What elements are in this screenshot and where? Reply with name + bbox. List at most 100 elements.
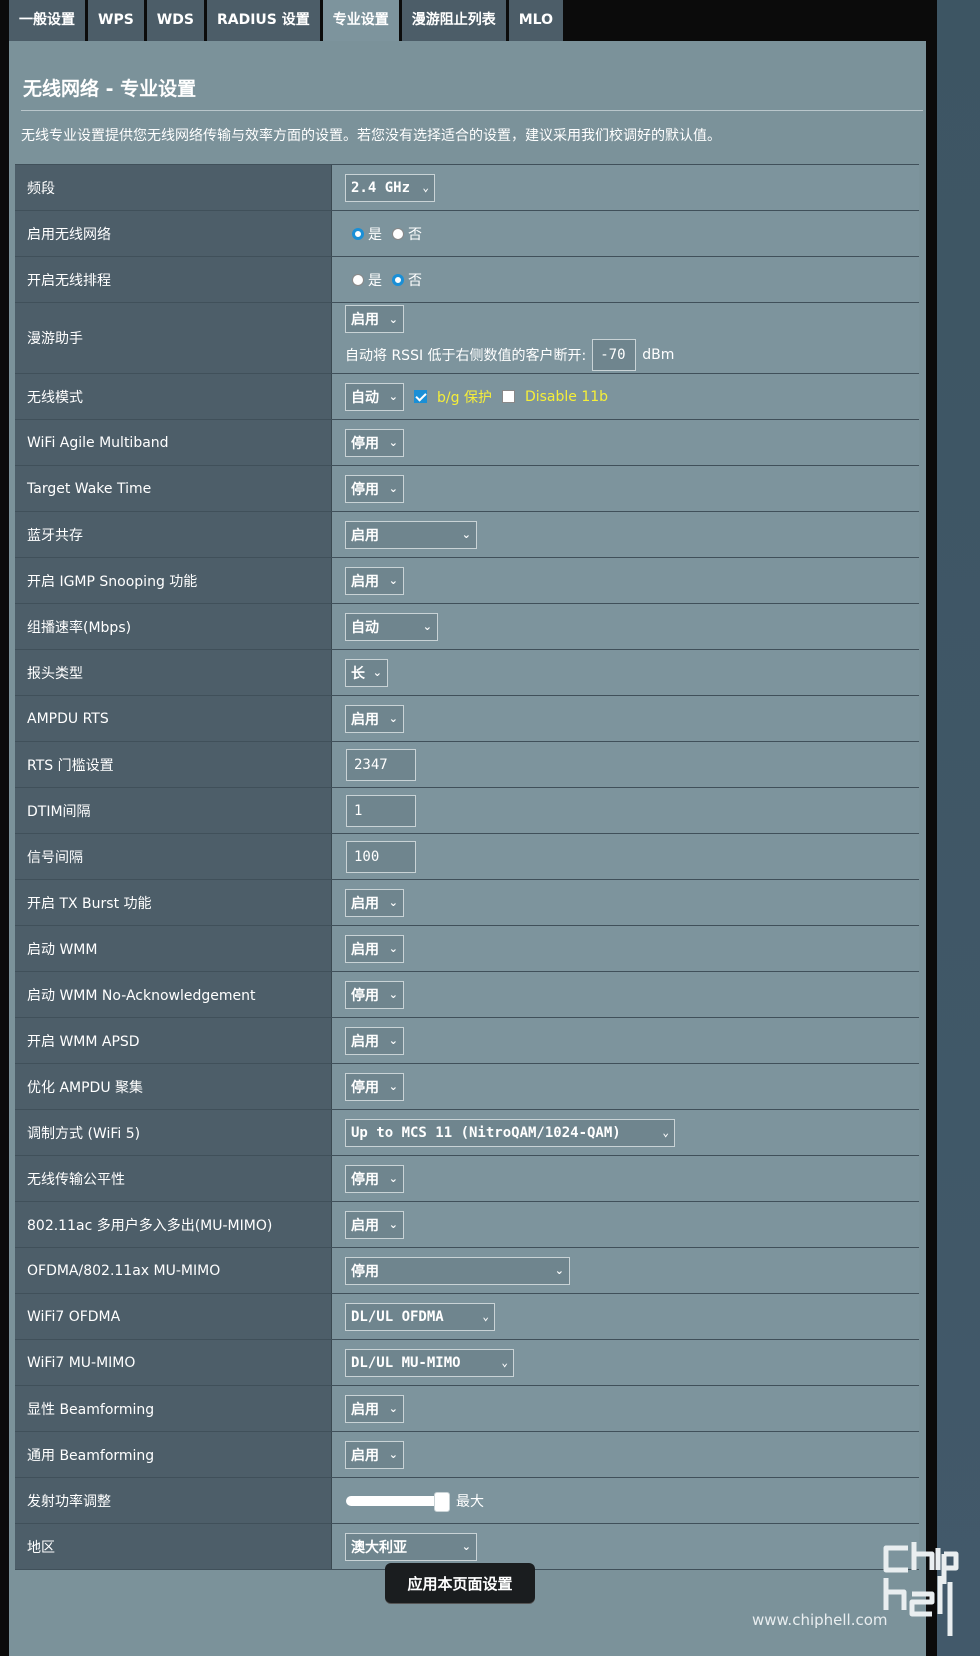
chevron-down-icon: ⌄ [662, 1126, 669, 1139]
row-label: OFDMA/802.11ax MU-MIMO [15, 1248, 332, 1293]
chevron-down-icon: ⌄ [388, 1034, 398, 1047]
region-select[interactable]: 澳大利亚 ⌄ [345, 1532, 477, 1561]
rts-threshold-input[interactable] [346, 748, 416, 781]
row-label: 显性 Beamforming [15, 1386, 332, 1431]
agile-multiband-select[interactable]: 停用 ⌄ [345, 428, 404, 457]
ampdu-rts-select[interactable]: 启用 ⌄ [345, 704, 404, 733]
modulation-select[interactable]: Up to MCS 11 (NitroQAM/1024-QAM) ⌄ [345, 1118, 675, 1147]
row-rts-threshold: RTS 门槛设置 [15, 742, 919, 788]
row-tx-burst: 开启 TX Burst 功能 启用 ⌄ [15, 880, 919, 926]
universal-bf-select[interactable]: 启用 ⌄ [345, 1440, 404, 1469]
row-roaming-assistant: 漫游助手 启用 ⌄ 自动将 RSSI 低于右侧数值的客户断开: dBm [15, 303, 919, 374]
chevron-down-icon: ⌄ [388, 1080, 398, 1093]
row-beacon-interval: 信号间隔 [15, 834, 919, 880]
radio-schedule-no[interactable] [392, 273, 404, 286]
chevron-down-icon: ⌄ [388, 482, 398, 495]
select-value: 停用 [351, 1171, 379, 1188]
chevron-down-icon: ⌄ [554, 1264, 564, 1277]
beacon-input[interactable] [346, 840, 416, 873]
bt-coex-select[interactable]: 启用 ⌄ [345, 520, 477, 549]
select-value: DL/UL OFDMA [351, 1308, 444, 1325]
row-label: 无线传输公平性 [15, 1156, 332, 1201]
tab-professional[interactable]: 专业设置 [322, 0, 399, 41]
tab-wps[interactable]: WPS [88, 0, 144, 41]
radio-enable-wireless-yes[interactable] [352, 227, 364, 240]
disable-11b-checkbox[interactable] [501, 390, 515, 403]
row-universal-beamforming: 通用 Beamforming 启用 ⌄ [15, 1432, 919, 1478]
radio-label: 是 [368, 226, 382, 243]
row-label: 信号间隔 [15, 834, 332, 879]
ampdu-agg-select[interactable]: 停用 ⌄ [345, 1072, 404, 1101]
chevron-down-icon: ⌄ [388, 942, 398, 955]
ofdma-11ax-select[interactable]: 停用 ⌄ [345, 1256, 570, 1285]
wmm-apsd-select[interactable]: 启用 ⌄ [345, 1026, 404, 1055]
chevron-down-icon: ⌄ [388, 1402, 398, 1415]
multicast-rate-select[interactable]: 自动 ⌄ [345, 612, 438, 641]
row-label: WiFi7 MU-MIMO [15, 1340, 332, 1385]
wifi7-ofdma-select[interactable]: DL/UL OFDMA ⌄ [345, 1302, 495, 1331]
row-label: 频段 [15, 165, 332, 210]
radio-enable-wireless-no[interactable] [392, 227, 404, 240]
row-target-wake-time: Target Wake Time 停用 ⌄ [15, 466, 919, 512]
row-wireless-mode: 无线模式 自动 ⌄ b/g 保护 Disable 11b [15, 374, 919, 420]
explicit-bf-select[interactable]: 启用 ⌄ [345, 1394, 404, 1423]
band-select[interactable]: 2.4 GHz ⌄ [345, 173, 435, 202]
mu-mimo-11ac-select[interactable]: 启用 ⌄ [345, 1210, 404, 1239]
wifi7-mumimo-select[interactable]: DL/UL MU-MIMO ⌄ [345, 1348, 514, 1377]
chevron-down-icon: ⌄ [461, 1540, 471, 1553]
tab-radius[interactable]: RADIUS 设置 [206, 0, 320, 41]
igmp-select[interactable]: 启用 ⌄ [345, 566, 404, 595]
select-value: 2.4 GHz [351, 179, 411, 196]
tx-power-slider[interactable] [346, 1491, 450, 1512]
preamble-select[interactable]: 长 ⌄ [345, 658, 388, 687]
tx-power-level: 最大 [456, 1493, 484, 1510]
radio-schedule-yes[interactable] [352, 273, 364, 286]
tx-burst-select[interactable]: 启用 ⌄ [345, 888, 404, 917]
select-value: 启用 [351, 1447, 379, 1464]
bg-protect-checkbox[interactable] [414, 390, 427, 403]
row-ofdma-11ax: OFDMA/802.11ax MU-MIMO 停用 ⌄ [15, 1248, 919, 1294]
row-label: 组播速率(Mbps) [15, 604, 332, 649]
rssi-input[interactable] [592, 339, 637, 371]
select-value: 长 [351, 665, 365, 682]
wireless-mode-select[interactable]: 自动 ⌄ [345, 382, 404, 411]
background-strip [937, 0, 980, 1656]
row-wmm-noack: 启动 WMM No-Acknowledgement 停用 ⌄ [15, 972, 919, 1018]
select-value: 启用 [351, 312, 379, 328]
slider-handle[interactable] [434, 1491, 450, 1512]
bg-protect-label: b/g 保护 [437, 389, 492, 406]
row-label: 启动 WMM No-Acknowledgement [15, 972, 332, 1017]
apply-button[interactable]: 应用本页面设置 [385, 1563, 535, 1603]
disable-11b-label: Disable 11b [524, 388, 609, 405]
chevron-down-icon: ⌄ [461, 528, 471, 541]
row-label: 蓝牙共存 [15, 512, 332, 557]
row-label: 开启 TX Burst 功能 [15, 880, 332, 925]
select-value: 停用 [351, 435, 379, 452]
tab-wds[interactable]: WDS [146, 0, 204, 41]
select-value: 自动 [351, 389, 379, 406]
roaming-select[interactable]: 启用 ⌄ [345, 305, 404, 333]
wmm-noack-select[interactable]: 停用 ⌄ [345, 980, 404, 1009]
select-value: 停用 [351, 1263, 379, 1280]
title-divider [21, 110, 923, 111]
select-value: 启用 [351, 573, 379, 590]
radio-label: 否 [408, 226, 422, 243]
row-preamble: 报头类型 长 ⌄ [15, 650, 919, 696]
wmm-select[interactable]: 启用 ⌄ [345, 934, 404, 963]
tab-roaming-block[interactable]: 漫游阻止列表 [401, 0, 506, 41]
row-label: Target Wake Time [15, 466, 332, 511]
tab-mlo[interactable]: MLO [508, 0, 563, 41]
row-bt-coexistence: 蓝牙共存 启用 ⌄ [15, 512, 919, 558]
row-dtim-interval: DTIM间隔 [15, 788, 919, 834]
row-label: 开启 IGMP Snooping 功能 [15, 558, 332, 603]
chevron-down-icon: ⌄ [501, 1356, 508, 1369]
chevron-down-icon: ⌄ [388, 436, 398, 449]
select-value: 启用 [351, 527, 379, 544]
select-value: 启用 [351, 1033, 379, 1050]
airtime-fairness-select[interactable]: 停用 ⌄ [345, 1164, 404, 1193]
tab-general[interactable]: 一般设置 [9, 0, 85, 41]
row-label: WiFi7 OFDMA [15, 1294, 332, 1339]
select-value: 澳大利亚 [351, 1539, 407, 1556]
dtim-input[interactable] [346, 794, 416, 827]
twt-select[interactable]: 停用 ⌄ [345, 474, 404, 503]
